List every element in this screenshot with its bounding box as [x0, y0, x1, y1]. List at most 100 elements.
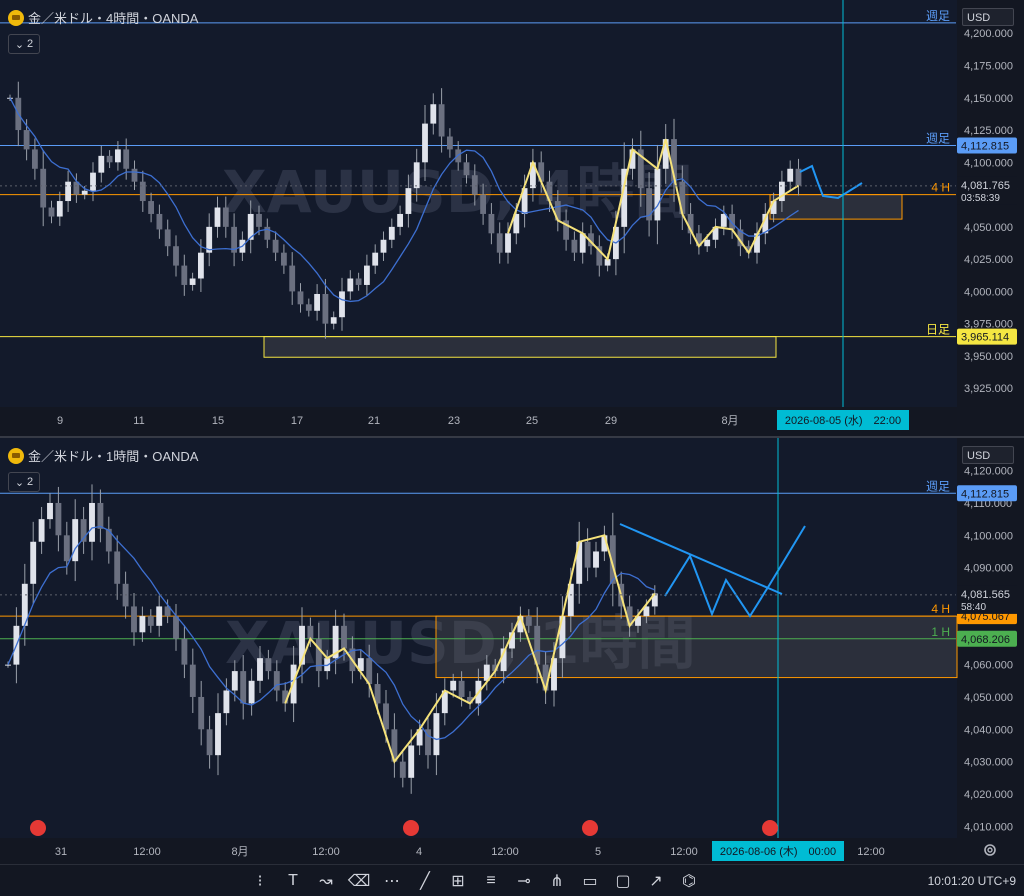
candle-body — [397, 213, 404, 227]
candle-body — [446, 136, 453, 150]
price-tick-label: 4,030.000 — [964, 757, 1013, 769]
candle-body — [307, 625, 314, 639]
candle-body — [413, 162, 420, 189]
candle-body — [114, 551, 121, 584]
date-tick-label: 17 — [291, 415, 303, 427]
candle-body — [363, 265, 370, 285]
candle-body — [97, 502, 104, 529]
zone-box[interactable] — [263, 336, 777, 358]
parallel-icon[interactable]: ≡ — [481, 871, 501, 891]
chart-pane-4h[interactable]: XAUUSD, 4時間 4,200.000 4,175.000 4,150.000 4,… — [0, 0, 1024, 433]
symbol-legend[interactable]: 金／米ドル・1時間・OANDA — [8, 446, 198, 465]
price-badge-label: 4,112.815 — [961, 141, 1009, 153]
date-tick-label: 5 — [595, 846, 601, 858]
callout-icon[interactable]: ▢ — [613, 871, 633, 891]
candle-body — [198, 696, 205, 730]
candle-body — [47, 502, 53, 520]
level-tag: 週足 — [926, 479, 950, 493]
us-flag-event-icon[interactable] — [403, 820, 419, 836]
level-tag: 4 H — [931, 181, 950, 195]
price-tick-label: 4,100.000 — [964, 157, 1013, 169]
candle-body — [372, 252, 379, 266]
ruler-icon[interactable]: ⊸ — [514, 871, 534, 891]
rectangle-icon[interactable]: ▭ — [580, 871, 600, 891]
trendline-icon[interactable]: ╱ — [415, 871, 435, 891]
candle-body — [525, 616, 532, 626]
projection-line[interactable] — [799, 164, 863, 200]
chevron-down-icon: ⌄ — [14, 476, 25, 489]
price-tick-label: 4,125.000 — [964, 125, 1013, 137]
candle-body — [139, 616, 146, 633]
candle-body — [422, 123, 428, 163]
candle-body — [256, 213, 262, 227]
price-badge-label: 3,965.114 — [961, 332, 1009, 344]
price-tick-label: 4,100.000 — [964, 530, 1013, 542]
candle-body — [463, 162, 470, 176]
candle-body — [206, 729, 213, 756]
price-tick-label: 4,000.000 — [964, 286, 1013, 298]
candle-body — [272, 239, 279, 253]
candle-body — [189, 278, 196, 285]
chart-1h-canvas[interactable]: XAUUSD, 1時間4,120.0004,110.0004,100.0004,… — [0, 438, 1024, 864]
candle-body — [341, 625, 347, 649]
date-tick-label: 8月 — [721, 415, 738, 427]
candle-body — [480, 194, 487, 214]
date-tick-label: 12:00 — [491, 846, 519, 858]
countdown-label: 58:40 — [961, 602, 986, 613]
candle-body — [297, 291, 304, 305]
text-icon[interactable]: T — [283, 871, 303, 891]
path-icon[interactable]: ⋯ — [382, 871, 402, 891]
candle-body — [148, 201, 155, 214]
date-tick-label: 12:00 — [670, 846, 698, 858]
candle-body — [347, 278, 354, 292]
indicator-collapse-button[interactable]: ⌄ 2 — [8, 472, 40, 492]
candle-body — [654, 168, 661, 221]
currency-selector[interactable]: USD — [962, 446, 1014, 464]
chart-pane-1h[interactable]: XAUUSD, 1時間4,120.0004,110.0004,100.0004,… — [0, 436, 1024, 864]
us-flag-event-icon[interactable] — [30, 820, 46, 836]
fib-icon[interactable]: ⊞ — [448, 871, 468, 891]
candle-body — [189, 664, 196, 697]
crosshair-icon[interactable]: ⁝ — [250, 871, 270, 891]
candle-body — [63, 535, 70, 562]
us-flag-event-icon[interactable] — [762, 820, 778, 836]
candle-body — [330, 317, 337, 324]
candle-body — [197, 252, 204, 279]
date-tick-label: 23 — [448, 415, 460, 427]
candle-body — [430, 104, 437, 124]
chart-4h-canvas[interactable]: XAUUSD, 4時間4,200.0004,175.0004,150.0004,… — [0, 0, 1024, 433]
price-tick-label: 4,060.000 — [964, 660, 1013, 672]
date-tick-label: 29 — [605, 415, 617, 427]
currency-label: USD — [967, 450, 991, 462]
projection-line[interactable] — [664, 525, 806, 618]
candle-body — [399, 761, 406, 778]
candle-body — [305, 304, 312, 311]
price-tick-label: 3,950.000 — [964, 351, 1013, 363]
price-tick-label: 4,150.000 — [964, 93, 1013, 105]
magnet-icon[interactable]: ⋔ — [547, 871, 567, 891]
gear-icon[interactable] — [982, 842, 998, 858]
price-badge-label: 4,112.815 — [961, 488, 1009, 500]
candle-body — [408, 745, 415, 778]
date-tick-label: 11 — [133, 415, 144, 427]
symbol-legend[interactable]: 金／米ドル・4時間・OANDA — [8, 8, 198, 27]
candle-body — [471, 175, 478, 195]
candle-body — [433, 713, 440, 756]
eraser-icon[interactable]: ⌫ — [348, 871, 371, 891]
clock-readout[interactable]: 10:01:20 UTC+9 — [928, 874, 1016, 888]
candle-body — [593, 551, 599, 568]
arrow-icon[interactable]: ↗ — [646, 871, 666, 891]
currency-label: USD — [967, 12, 991, 24]
candle-body — [438, 104, 445, 137]
candle-body — [322, 293, 329, 324]
crosshair-date-label: 2026-08-05 (水) 22:00 — [785, 414, 901, 427]
level-tag: 週足 — [926, 132, 950, 146]
pattern-icon[interactable]: ⌬ — [679, 871, 699, 891]
brush-icon[interactable]: ↝ — [316, 871, 336, 891]
candle-body — [106, 155, 113, 163]
us-flag-event-icon[interactable] — [582, 820, 598, 836]
candle-body — [265, 658, 272, 672]
currency-selector[interactable]: USD — [962, 8, 1014, 26]
indicator-collapse-button[interactable]: ⌄ 2 — [8, 34, 40, 54]
level-tag: 日足 — [926, 323, 950, 337]
